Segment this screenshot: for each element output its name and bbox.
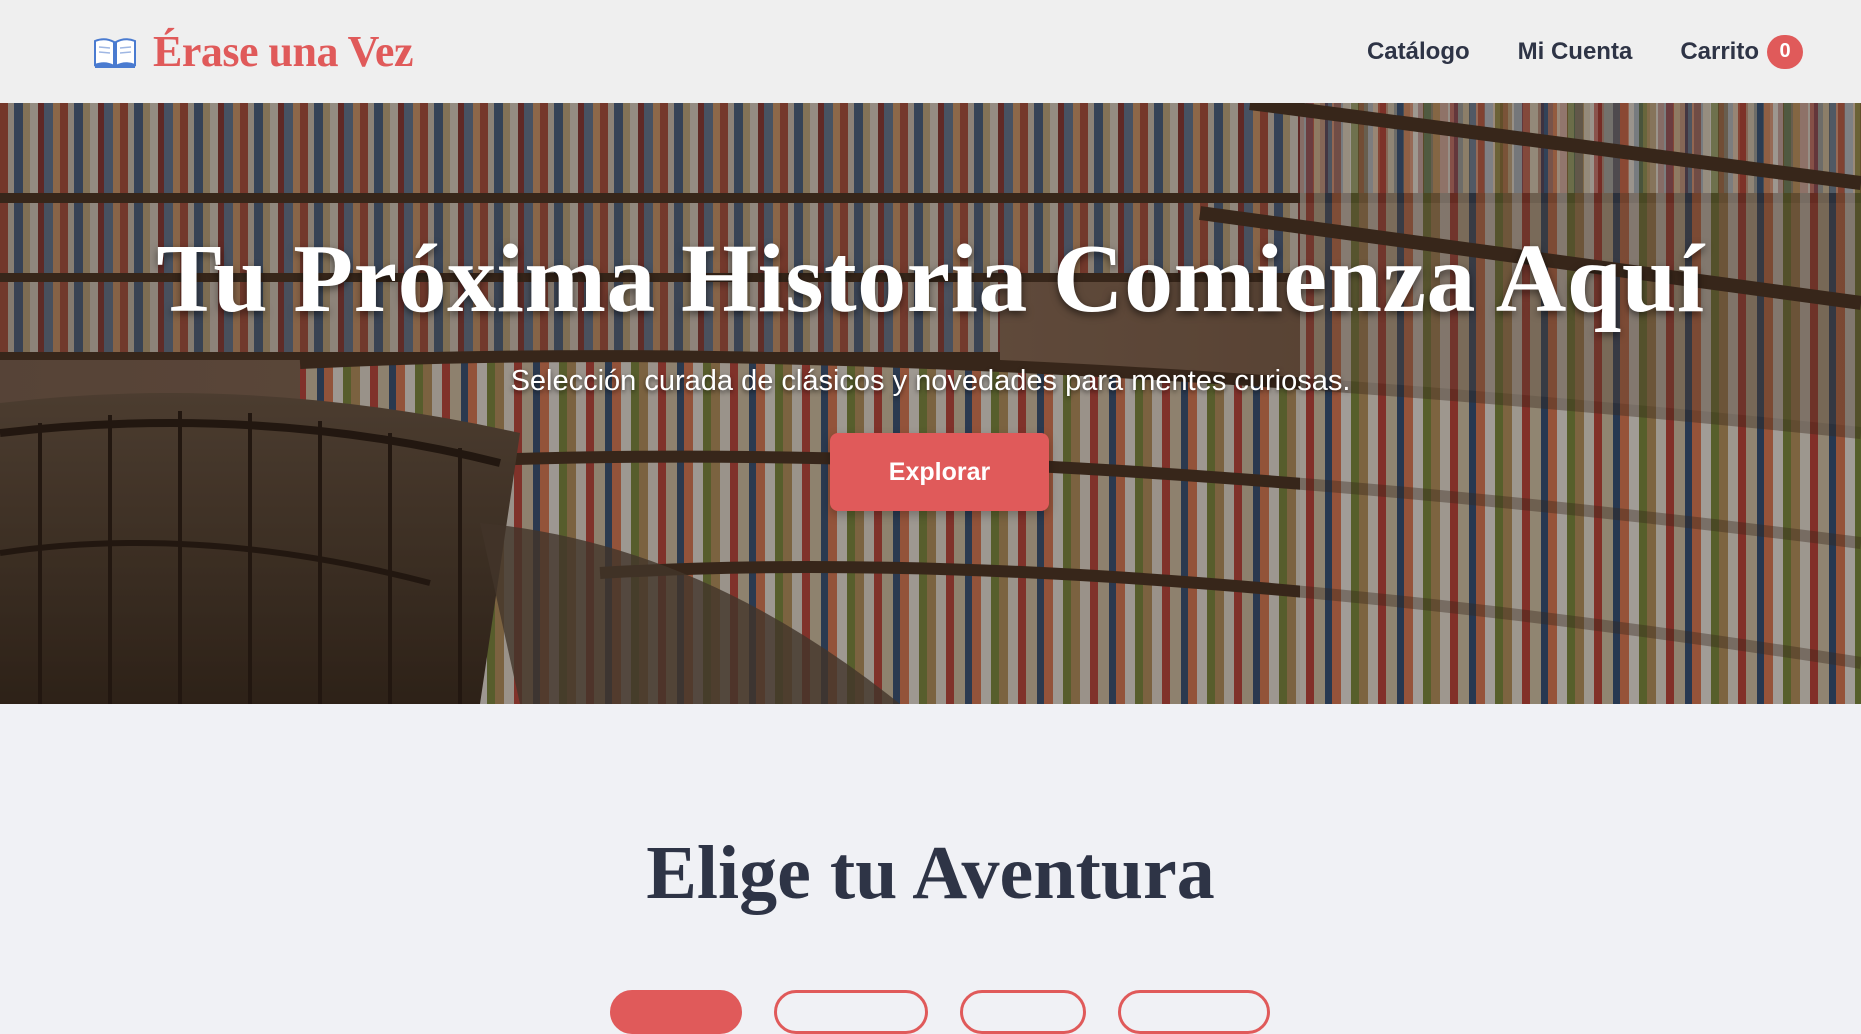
logo-link[interactable]: Érase una Vez: [93, 26, 413, 77]
cart-label: Carrito: [1680, 37, 1759, 65]
site-header: Érase una Vez Catálogo Mi Cuenta Carrito…: [0, 0, 1861, 103]
section-title: Elige tu Aventura: [646, 831, 1215, 915]
filter-pill-1[interactable]: [610, 990, 742, 1034]
nav-account-link[interactable]: Mi Cuenta: [1518, 38, 1633, 66]
filter-pill-2[interactable]: [774, 990, 928, 1034]
hero-banner: Tu Próxima Historia Comienza Aquí Selecc…: [0, 103, 1861, 704]
category-filter-row: [0, 990, 1861, 1034]
cart-count-badge: 0: [1767, 34, 1803, 69]
hero-title: Tu Próxima Historia Comienza Aquí: [156, 225, 1705, 333]
explore-button[interactable]: Explorar: [830, 433, 1049, 511]
nav-catalog-link[interactable]: Catálogo: [1367, 38, 1470, 66]
filter-pill-3[interactable]: [960, 990, 1086, 1034]
open-book-icon: [94, 37, 136, 68]
nav-cart-link[interactable]: Carrito 0: [1680, 34, 1803, 69]
hero-content: Tu Próxima Historia Comienza Aquí Selecc…: [0, 103, 1861, 704]
main-nav: Catálogo Mi Cuenta Carrito 0: [1367, 34, 1803, 69]
filter-pill-4[interactable]: [1118, 990, 1270, 1034]
hero-subtitle: Selección curada de clásicos y novedades…: [510, 365, 1351, 397]
logo-text: Érase una Vez: [153, 27, 413, 76]
